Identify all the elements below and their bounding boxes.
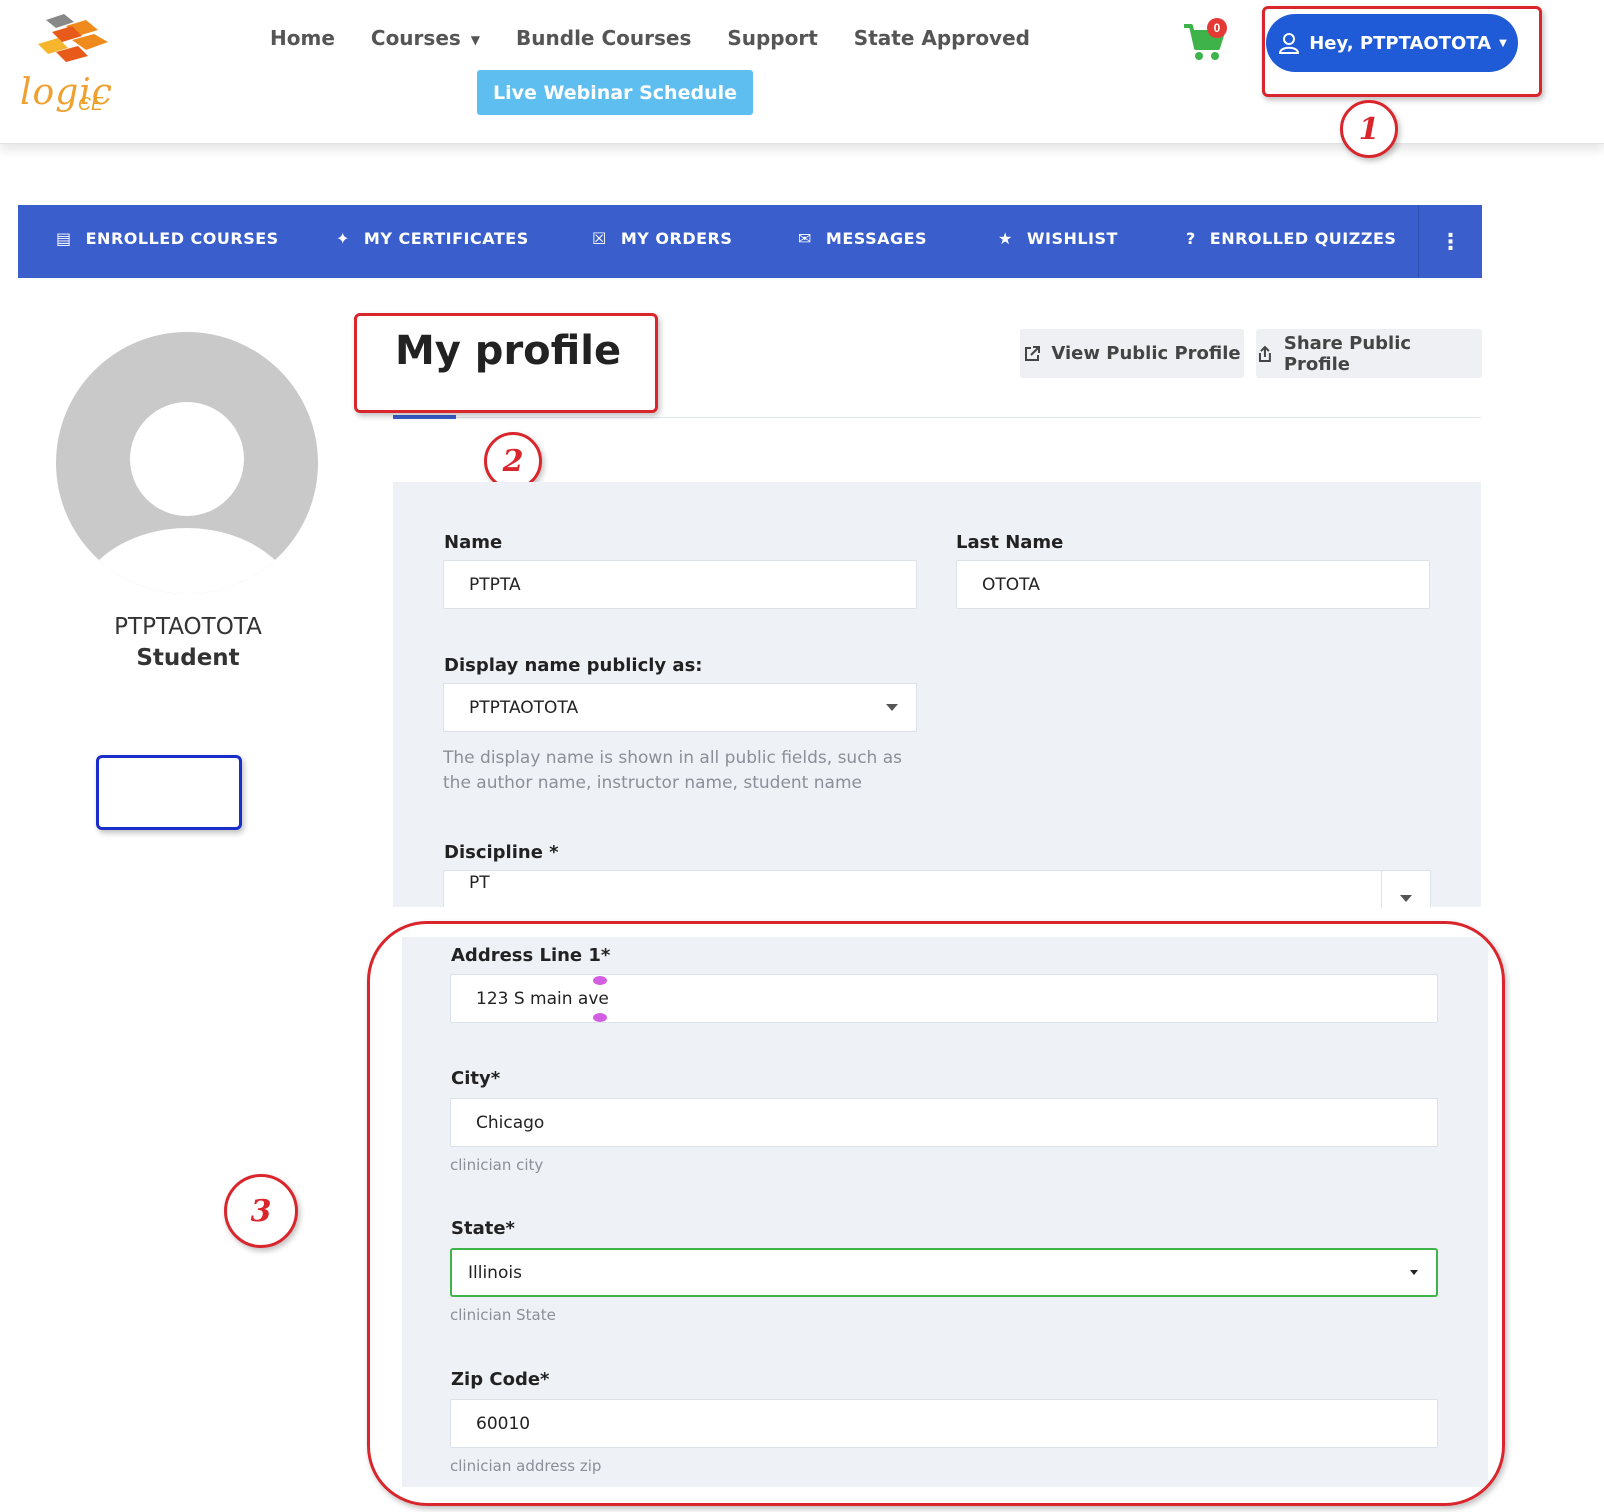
book-icon: ▤ [56, 229, 72, 248]
zip-code-field[interactable]: 60010 [450, 1399, 1438, 1448]
share-public-profile-label: Share Public Profile [1283, 332, 1412, 375]
tab-wishlist[interactable]: ★ WISHLIST [998, 229, 1118, 248]
last-name-label: Last Name [956, 532, 1064, 553]
envelope-icon: ✉ [798, 229, 812, 248]
zip-code-value: 60010 [476, 1413, 531, 1434]
state-help: clinician State [450, 1306, 556, 1324]
nav-state-approved[interactable]: State Approved [854, 26, 1030, 50]
display-name-select[interactable]: PTPTAOTOTA [443, 683, 917, 732]
address-line-label: Address Line 1* [451, 945, 611, 966]
select-divider [1381, 871, 1382, 908]
tab-messages-label: MESSAGES [825, 229, 928, 248]
text-cursor-handle-top [593, 976, 607, 985]
last-name-value: OTOTA [982, 574, 1040, 595]
user-icon [1279, 33, 1300, 54]
tab-my-orders[interactable]: ☒ MY ORDERS [592, 229, 732, 248]
tab-my-certificates-label: MY CERTIFICATES [363, 229, 529, 248]
select-arrow-icon [886, 704, 898, 711]
tab-my-orders-label: MY ORDERS [620, 229, 733, 248]
live-webinar-button[interactable]: Live Webinar Schedule [477, 70, 753, 115]
profile-form-panel: Name PTPTA Last Name OTOTA Display name … [393, 482, 1481, 908]
nav-courses[interactable]: Courses ▼ [371, 26, 480, 50]
address-form-panel: Address Line 1* 123 S main ave City* Chi… [402, 937, 1488, 1487]
tab-enrolled-courses-label: ENROLLED COURSES [85, 229, 279, 248]
logo[interactable]: logic CE [16, 12, 116, 117]
display-name-value: PTPTAOTOTA [469, 697, 579, 718]
nav-support[interactable]: Support [727, 26, 817, 50]
address-line-value: 123 S main ave [476, 988, 609, 1009]
user-menu-button[interactable]: Hey, PTPTAOTOTA ▼ [1266, 14, 1518, 72]
annotation-marker-3: 3 [224, 1174, 298, 1248]
main-nav: Home Courses ▼ Bundle Courses Support Sta… [270, 26, 1030, 50]
select-arrow-icon [1410, 1270, 1418, 1275]
share-icon [1258, 345, 1271, 362]
dashboard-tabbar: ▤ ENROLLED COURSES ✦ MY CERTIFICATES ☒ M… [18, 205, 1482, 278]
avatar-body [72, 528, 302, 594]
state-label: State* [451, 1218, 515, 1239]
nav-courses-label: Courses [370, 26, 461, 50]
chevron-down-icon: ▼ [470, 32, 481, 47]
annotation-marker-1: 1 [1340, 100, 1398, 158]
display-name-label: Display name publicly as: [444, 655, 703, 676]
external-link-icon [1025, 345, 1041, 361]
city-help: clinician city [450, 1156, 544, 1174]
title-accent-bar [393, 415, 456, 419]
tab-wishlist-label: WISHLIST [1026, 229, 1118, 248]
logo-subtext: CE [78, 94, 104, 114]
nav-home[interactable]: Home [270, 26, 335, 50]
view-public-profile-button[interactable]: View Public Profile [1020, 329, 1244, 378]
basket-icon: ☒ [592, 229, 607, 248]
profile-username: PTPTAOTOTA [114, 614, 262, 640]
display-name-help: The display name is shown in all public … [443, 748, 902, 793]
view-public-profile-label: View Public Profile [1051, 343, 1241, 364]
title-divider [393, 417, 1481, 418]
zip-code-help: clinician address zip [450, 1457, 602, 1475]
last-name-field[interactable]: OTOTA [956, 560, 1430, 609]
select-arrow-icon [1400, 895, 1412, 902]
tab-enrolled-quizzes-label: ENROLLED QUIZZES [1209, 229, 1397, 248]
name-field[interactable]: PTPTA [443, 560, 917, 609]
star-icon: ★ [998, 229, 1013, 248]
logo-mark-icon [38, 14, 108, 62]
discipline-value: PT [469, 873, 490, 893]
profile-role: Student [136, 645, 240, 671]
avatar-head [130, 402, 244, 516]
state-select[interactable]: Illinois [450, 1248, 1438, 1297]
city-field[interactable]: Chicago [450, 1098, 1438, 1147]
more-vertical-icon[interactable]: ⋮ [1418, 205, 1482, 278]
city-value: Chicago [476, 1112, 545, 1133]
question-icon: ? [1186, 229, 1196, 248]
nav-bundle-courses[interactable]: Bundle Courses [516, 26, 691, 50]
page-title: My profile [395, 328, 622, 374]
discipline-select[interactable]: PT [443, 870, 1431, 908]
caret-down-icon: ▼ [1499, 37, 1507, 49]
name-value: PTPTA [469, 574, 521, 595]
tab-my-certificates[interactable]: ✦ MY CERTIFICATES [336, 229, 529, 248]
tab-enrolled-courses[interactable]: ▤ ENROLLED COURSES [56, 229, 279, 248]
cart-count-badge: 0 [1207, 18, 1227, 38]
avatar [56, 332, 318, 594]
share-public-profile-button[interactable]: Share Public Profile [1256, 329, 1482, 378]
user-menu-label: Hey, PTPTAOTOTA [1309, 32, 1492, 54]
text-cursor-handle-bottom [593, 1013, 607, 1022]
city-label: City* [451, 1068, 501, 1089]
discipline-label: Discipline * [444, 842, 559, 863]
zip-code-label: Zip Code* [451, 1369, 550, 1390]
blank-highlight-box[interactable] [96, 755, 242, 830]
tab-messages[interactable]: ✉ MESSAGES [798, 229, 927, 248]
name-label: Name [444, 532, 503, 553]
state-value: Illinois [468, 1262, 522, 1283]
tab-enrolled-quizzes[interactable]: ? ENROLLED QUIZZES [1186, 229, 1396, 248]
medal-icon: ✦ [336, 229, 350, 248]
